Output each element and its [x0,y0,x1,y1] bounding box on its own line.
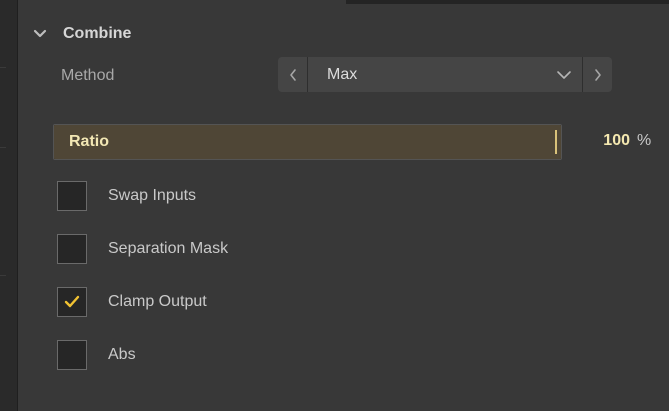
separation-mask-checkbox[interactable] [57,234,87,264]
dropdown-chevron-icon [557,70,571,79]
ratio-label: Ratio [69,133,109,150]
abs-checkbox[interactable] [57,340,87,370]
clamp-output-label: Clamp Output [108,293,207,310]
gutter-mark [0,147,6,148]
method-select-group: Max [278,57,612,92]
separation-mask-label: Separation Mask [108,240,229,257]
option-swap-inputs[interactable]: Swap Inputs [57,180,196,212]
properties-panel: Combine Method Max Ratio 100 % Swap Inpu… [18,0,669,411]
gutter-mark [0,67,6,68]
option-abs[interactable]: Abs [57,339,136,371]
method-next-button[interactable] [582,57,612,92]
checkmark-icon [64,295,80,308]
ratio-value-field[interactable]: 100 [578,132,630,150]
ratio-unit: % [637,132,652,149]
ratio-slider[interactable]: Ratio [53,124,562,160]
ratio-slider-fill [54,125,561,159]
chevron-right-icon [594,68,601,81]
ratio-slider-handle[interactable] [555,130,557,154]
section-title: Combine [63,25,132,42]
section-header-combine[interactable]: Combine [32,20,131,48]
clamp-output-checkbox[interactable] [57,287,87,317]
chevron-down-icon[interactable] [32,26,48,42]
option-separation-mask[interactable]: Separation Mask [57,233,228,265]
swap-inputs-label: Swap Inputs [108,187,197,204]
left-gutter [0,0,18,411]
swap-inputs-checkbox[interactable] [57,181,87,211]
option-clamp-output[interactable]: Clamp Output [57,286,207,318]
abs-label: Abs [108,346,136,363]
panel-top-bar [346,0,669,4]
method-dropdown[interactable]: Max [308,57,582,92]
chevron-left-icon [289,68,296,81]
gutter-mark [0,275,6,276]
method-label: Method [61,67,115,84]
method-value: Max [327,65,358,83]
method-prev-button[interactable] [278,57,308,92]
